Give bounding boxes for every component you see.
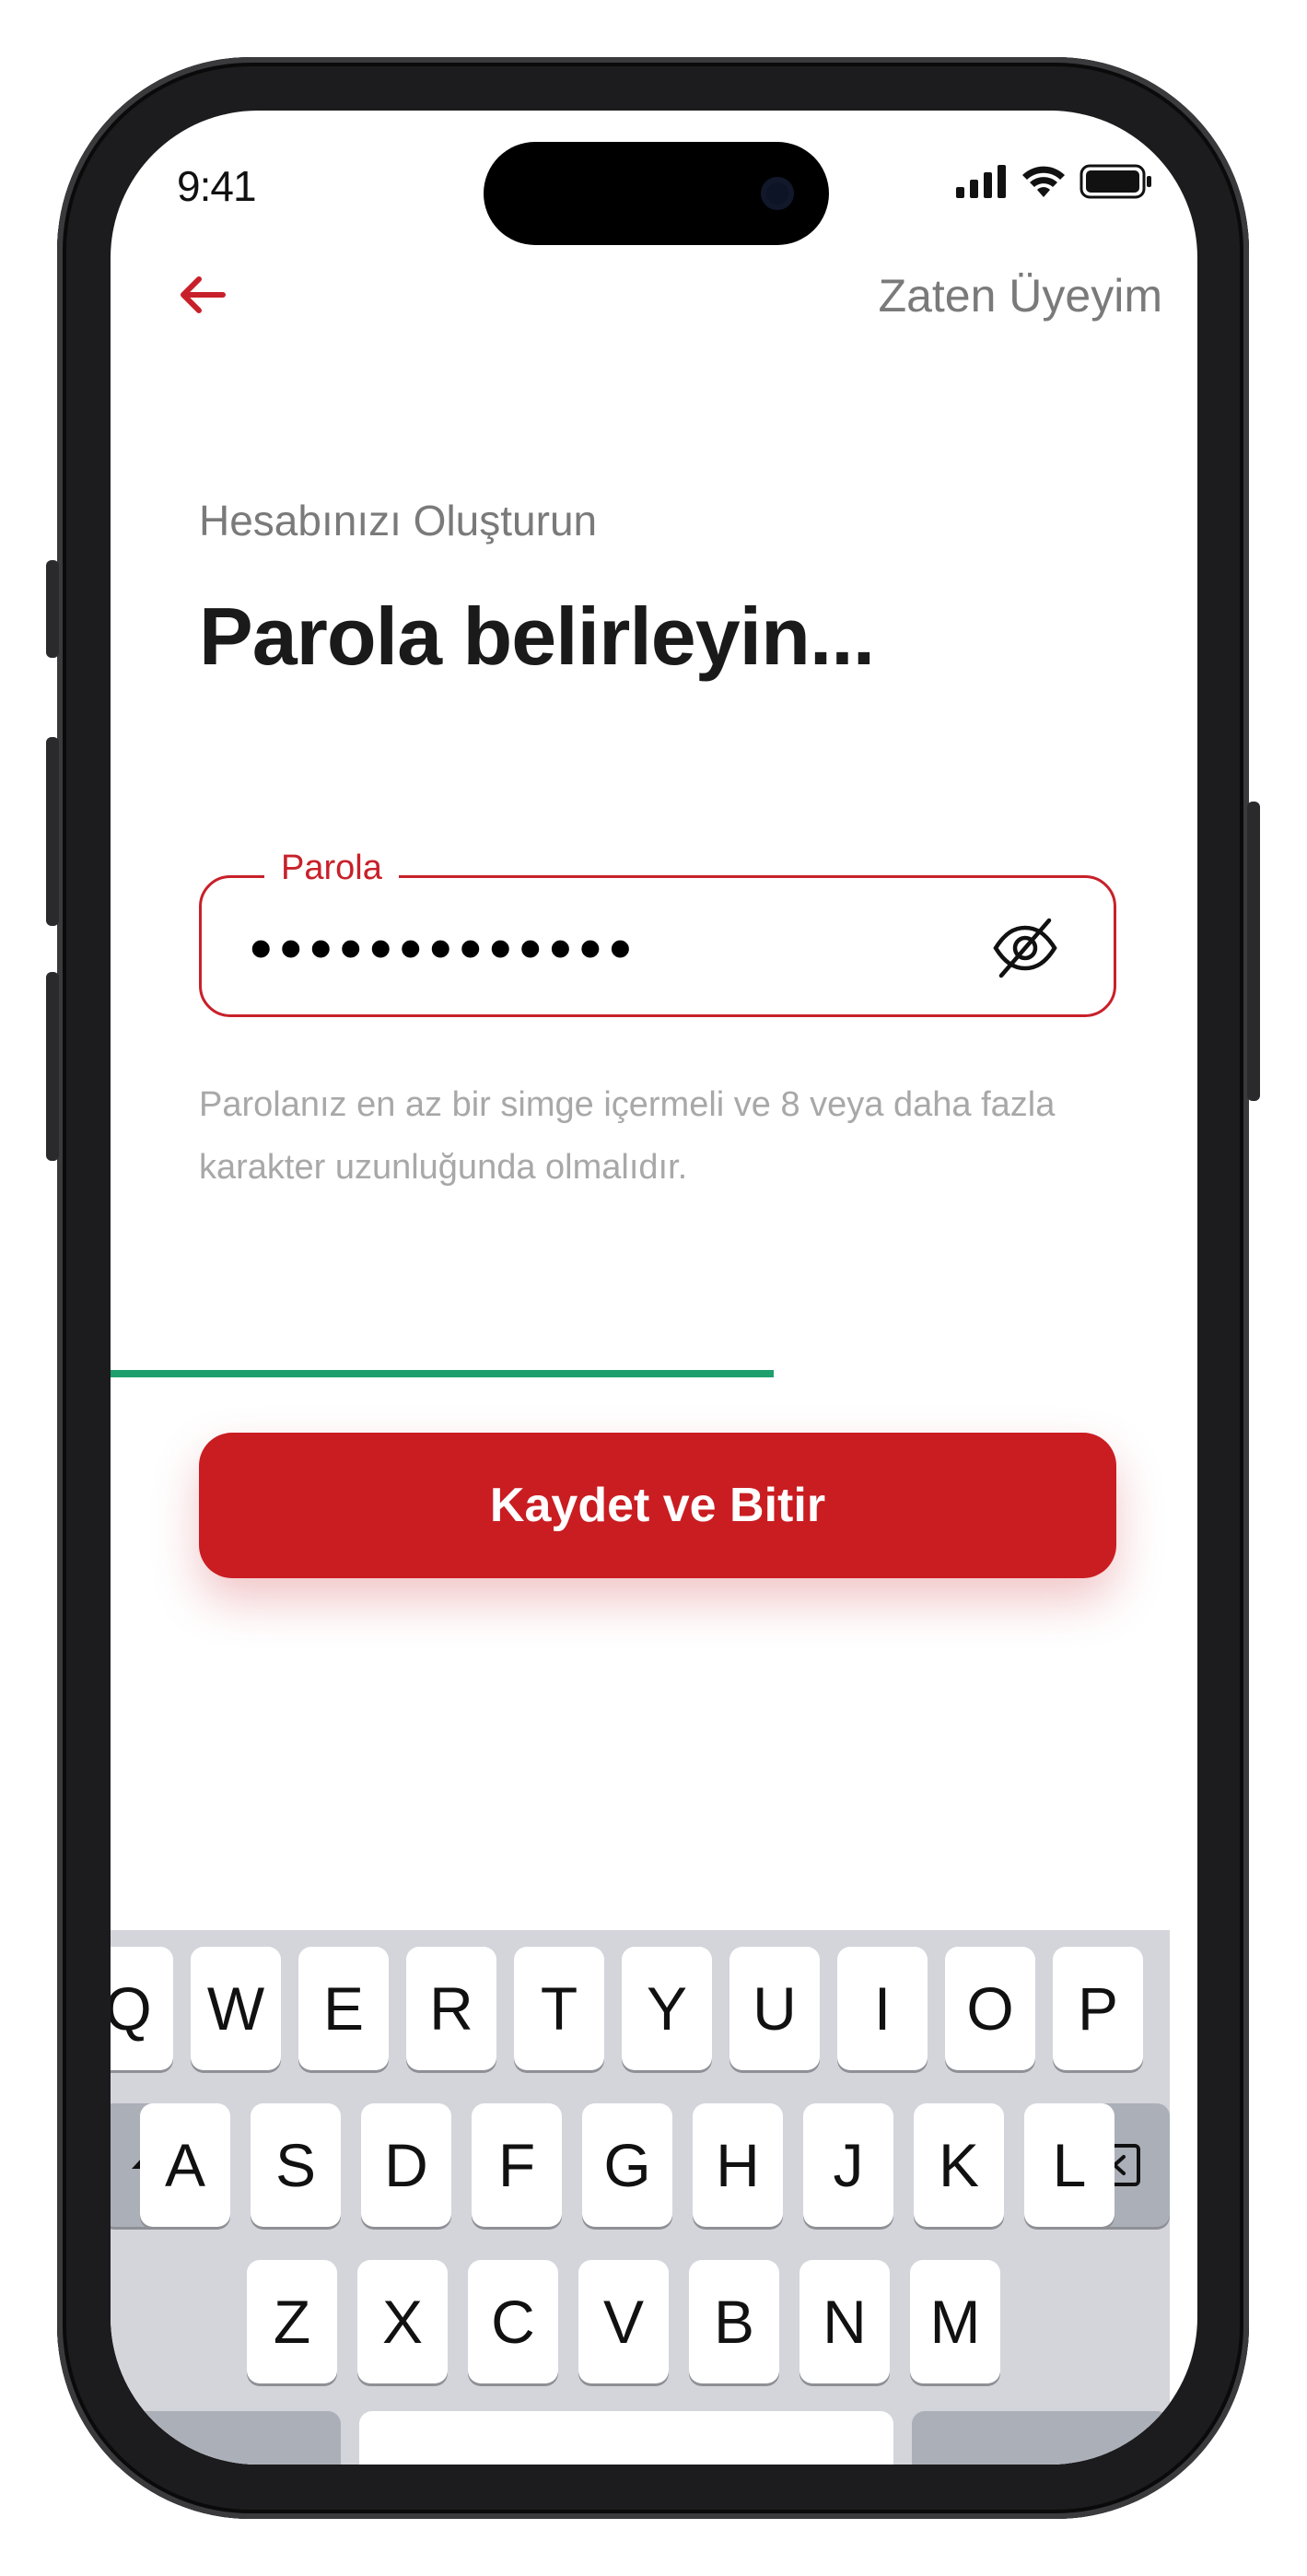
password-label: Parola	[264, 849, 399, 888]
status-time: 9:41	[177, 162, 257, 210]
key-a[interactable]: A	[140, 2103, 230, 2227]
key-label: D	[384, 2131, 428, 2199]
key-label: I	[873, 1974, 892, 2043]
key-label: E	[322, 1974, 365, 2043]
key-v[interactable]: V	[578, 2260, 669, 2383]
key-r[interactable]: R	[406, 1947, 496, 2070]
key-q[interactable]: Q	[111, 1947, 173, 2070]
key-label: T	[540, 1974, 578, 2043]
status-icons	[956, 164, 1153, 199]
key-x[interactable]: X	[357, 2260, 448, 2383]
key-j[interactable]: J	[803, 2103, 893, 2227]
key-label: B	[713, 2288, 755, 2356]
already-member-link[interactable]: Zaten Üyeyim	[879, 269, 1162, 322]
key-d[interactable]: D	[361, 2103, 451, 2227]
key-label: W	[206, 1974, 265, 2043]
signal-icon	[956, 165, 1006, 198]
key-label: N	[823, 2288, 867, 2356]
power-button	[1247, 802, 1260, 1101]
camera-icon	[761, 177, 794, 210]
key-g[interactable]: G	[582, 2103, 672, 2227]
key-label: F	[497, 2131, 536, 2199]
password-hint: Parolanız en az bir simge içermeli ve 8 …	[199, 1085, 1056, 1187]
key-s[interactable]: S	[251, 2103, 341, 2227]
volume-down-button	[46, 972, 59, 1161]
key-e[interactable]: E	[298, 1947, 389, 2070]
key-label: H	[716, 2131, 760, 2199]
key-label: O	[966, 1974, 1014, 2043]
page-title: Parola belirleyin...	[199, 591, 875, 682]
key-label: U	[753, 1974, 797, 2043]
key-label: L	[1052, 2131, 1087, 2199]
volume-up-button	[46, 737, 59, 926]
password-strength-fill	[111, 1370, 774, 1377]
screen: 9:41 Zaten Üyeyim Hesabınızı Oluşturun P…	[111, 111, 1197, 2465]
key-label: Q	[111, 1974, 152, 2043]
key-k[interactable]: K	[914, 2103, 1004, 2227]
battery-icon	[1079, 164, 1151, 199]
wifi-icon	[1022, 166, 1065, 197]
key-label: G	[603, 2131, 651, 2199]
key-t[interactable]: T	[514, 1947, 604, 2070]
key-w[interactable]: W	[191, 1947, 281, 2070]
key-label: X	[381, 2288, 424, 2356]
key-f[interactable]: F	[472, 2103, 562, 2227]
key-n[interactable]: N	[799, 2260, 890, 2383]
key-label: J	[833, 2131, 864, 2199]
key-label: R	[429, 1974, 473, 2043]
key-label: P	[1077, 1974, 1119, 2043]
key-label: Y	[646, 1974, 688, 2043]
mute-switch	[46, 560, 59, 658]
eye-off-icon[interactable]	[990, 913, 1060, 983]
key-i[interactable]: I	[837, 1947, 928, 2070]
password-field[interactable]: Parola •••••••••••••	[199, 849, 1116, 1017]
key-h[interactable]: H	[693, 2103, 783, 2227]
back-arrow-icon[interactable]	[175, 267, 230, 322]
key-u[interactable]: U	[729, 1947, 820, 2070]
key-b[interactable]: B	[689, 2260, 779, 2383]
key-label: Z	[273, 2288, 311, 2356]
page-subtitle: Hesabınızı Oluşturun	[199, 497, 598, 544]
key-label: C	[491, 2288, 535, 2356]
key-p[interactable]: P	[1053, 1947, 1143, 2070]
key-label: A	[164, 2131, 206, 2199]
numbers-key[interactable]	[111, 2411, 341, 2465]
space-key[interactable]	[359, 2411, 893, 2465]
key-m[interactable]: M	[910, 2260, 1000, 2383]
key-label: M	[929, 2288, 981, 2356]
key-c[interactable]: C	[468, 2260, 558, 2383]
dynamic-island	[484, 142, 829, 245]
password-strength-bar	[111, 1370, 1197, 1377]
key-label: S	[274, 2131, 317, 2199]
key-y[interactable]: Y	[622, 1947, 712, 2070]
key-z[interactable]: Z	[247, 2260, 337, 2383]
key-label: V	[602, 2288, 645, 2356]
return-key[interactable]	[912, 2411, 1170, 2465]
save-and-finish-button[interactable]: Kaydet ve Bitir	[199, 1433, 1116, 1578]
key-o[interactable]: O	[945, 1947, 1035, 2070]
key-l[interactable]: L	[1024, 2103, 1114, 2227]
keyboard: QWERTYU I OP ASD FGH J K L Z XCVBNM	[111, 1930, 1170, 2465]
password-input[interactable]: •••••••••••••	[250, 911, 639, 985]
key-label: K	[938, 2131, 980, 2199]
save-button-label: Kaydet ve Bitir	[489, 1479, 826, 1532]
